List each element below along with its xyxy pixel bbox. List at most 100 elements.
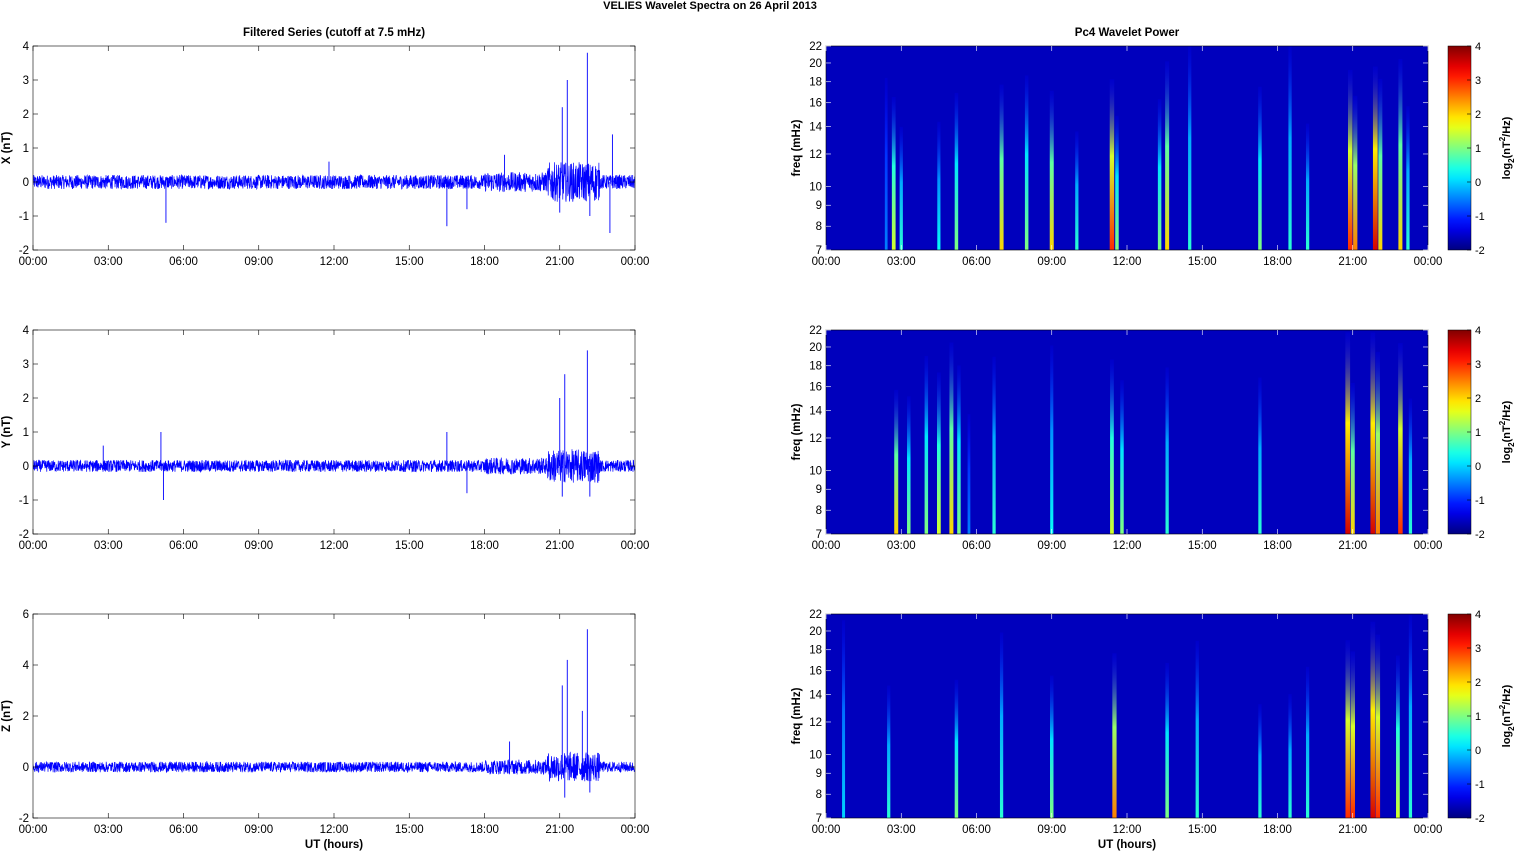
plot-area [826,330,1428,534]
colorbar-tick-label: 0 [1475,461,1481,473]
label-part: (nT [1501,709,1513,726]
wavelet-burst [1110,359,1114,534]
colorbar-tick-label: 3 [1475,75,1481,87]
y-tick-label: 16 [809,98,822,110]
colorbar-tick-label: -1 [1475,495,1485,507]
y-tick-label: 18 [809,361,822,373]
series-line [33,751,635,782]
y-tick-label: 7 [816,813,822,825]
series-panel: 00:00 03:00 06:00 09:00 12:00 15:00 18:00 21:00… [1,325,649,552]
y-tick-label: -2 [19,529,29,541]
wavelet-burst [1353,95,1358,250]
label-part: /Hz) [1501,684,1513,705]
x-tick-label: 09:00 [244,540,273,552]
series-panel: 00:00 03:00 06:00 09:00 12:00 15:00 18:00 21:00… [1,609,649,851]
wavelet-panel: -2-101234log2(nT2/Hz)00:0003:0006:0009:0… [791,325,1515,552]
axes-box [32,329,636,535]
x-tick-label: 21:00 [1338,540,1367,552]
x-tick-label: 15:00 [395,256,424,268]
x-tick-label: 00:00 [621,256,650,268]
x-tick-label: 18:00 [1263,824,1292,836]
wavelet-burst [884,77,888,250]
colorbar-label: log2(nT2/Hz) [1498,684,1515,747]
x-tick-label: 12:00 [320,824,349,836]
y-tick-label: 10 [809,465,822,477]
y-tick-label: 20 [809,342,822,354]
wavelet-burst [937,121,941,250]
wavelet-burst [954,92,959,250]
y-tick-label: 14 [809,406,822,418]
x-axis-label: UT (hours) [305,839,363,851]
wavelet-burst [949,342,954,534]
x-tick-label: 09:00 [1037,540,1066,552]
label-part: /Hz) [1501,400,1513,421]
x-tick-label: 00:00 [19,256,48,268]
plot-area [33,629,635,798]
y-tick-label: 6 [23,609,29,621]
wavelet-burst [894,389,899,534]
wavelet-burst [1195,640,1199,818]
colorbar-tick-label: 3 [1475,643,1481,655]
colorbar-tick-label: 2 [1475,109,1481,121]
y-tick-label: 20 [809,58,822,70]
colorbar-tick-label: 0 [1475,745,1481,757]
x-axis-label: UT (hours) [1098,839,1156,851]
y-axis-label: X (nT) [1,132,13,165]
x-tick-label: 09:00 [1037,256,1066,268]
wavelet-burst [924,355,929,534]
spectrogram-background [826,330,1428,534]
wavelet-burst [1115,115,1119,250]
wavelet-burst [891,96,896,250]
wavelet-burst [1050,675,1054,818]
colorbar-tick-label: 2 [1475,393,1481,405]
wavelet-burst [967,414,971,534]
x-tick-label: 18:00 [1263,256,1292,268]
x-tick-label: 15:00 [1188,540,1217,552]
y-tick-label: 12 [809,433,822,445]
series-panel: 00:00 03:00 06:00 09:00 12:00 15:00 18:00 21:00… [1,27,649,268]
x-tick-label: 00:00 [1414,824,1443,836]
wavelet-burst [1375,351,1380,534]
wavelet-burst [1258,86,1262,250]
colorbar-label: log2(nT2/Hz) [1498,400,1515,463]
x-tick-label: 15:00 [1188,256,1217,268]
x-tick-label: 03:00 [887,540,916,552]
x-tick-label: 00:00 [812,824,841,836]
wavelet-burst [899,126,903,250]
y-tick-label: 9 [816,768,822,780]
y-tick-label: 18 [809,77,822,89]
wavelet-panel: -2-101234log2(nT2/Hz)00:0003:0006:0009:0… [791,609,1515,851]
wavelet-burst [1398,343,1403,534]
y-tick-label: 10 [809,749,822,761]
y-tick-label: 2 [23,109,29,121]
wavelet-burst [1370,332,1376,534]
y-tick-label: 22 [809,41,822,53]
series-line [33,162,635,202]
colorbar-tick-label: 0 [1475,177,1481,189]
colorbar-tick-label: 3 [1475,359,1481,371]
axes-box [32,613,636,819]
x-tick-label: 03:00 [94,824,123,836]
plot-area [33,350,635,500]
colorbar-tick-label: -1 [1475,211,1485,223]
y-axis-label: freq (mHz) [791,403,803,460]
axes-box [32,45,636,251]
y-tick-label: 18 [809,645,822,657]
wavelet-burst [1165,61,1170,250]
y-tick-label: 20 [809,626,822,638]
x-tick-label: 06:00 [169,256,198,268]
colorbar-tick-label: 1 [1475,143,1481,155]
wavelet-burst [954,679,959,818]
y-tick-label: 7 [816,245,822,257]
colorbar-tick-label: 1 [1475,711,1481,723]
wavelet-burst [1375,634,1381,818]
plot-area [33,52,635,233]
wavelet-burst [1350,651,1355,818]
x-tick-label: 21:00 [545,256,574,268]
figure-title: VELIES Wavelet Spectra on 26 April 2013 [603,0,817,12]
wavelet-burst [1408,398,1413,534]
axes-title: Filtered Series (cutoff at 7.5 mHz) [243,27,425,39]
y-tick-label: 2 [23,711,29,723]
y-tick-label: 4 [23,325,30,337]
x-tick-label: 09:00 [244,824,273,836]
